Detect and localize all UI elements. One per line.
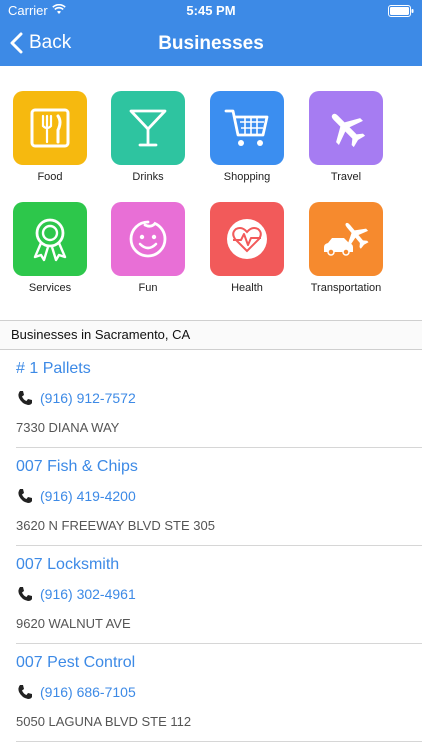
category-label: Fun — [138, 282, 158, 294]
services-tile — [13, 202, 87, 276]
phone-link[interactable]: (916) 686-7105 — [40, 684, 136, 700]
list-item[interactable]: 007 Pest Control (916) 686-7105 5050 LAG… — [0, 644, 422, 742]
category-label: Food — [37, 171, 63, 183]
category-travel[interactable]: Travel — [296, 91, 396, 201]
category-label: Travel — [330, 171, 362, 183]
category-transportation[interactable]: Transportation — [296, 202, 396, 312]
fun-tile — [111, 202, 185, 276]
phone-row[interactable]: (916) 302-4961 — [16, 584, 136, 604]
category-label: Transportation — [310, 282, 382, 294]
list-item[interactable]: 007 Fish & Chips (916) 419-4200 3620 N F… — [0, 448, 422, 546]
business-name[interactable]: 007 Fish & Chips — [16, 458, 138, 476]
category-food[interactable]: Food — [0, 91, 100, 201]
business-address: 7330 DIANA WAY — [16, 420, 120, 435]
fork-knife-icon — [30, 108, 70, 148]
section-header: Businesses in Sacramento, CA — [0, 320, 422, 350]
category-drinks[interactable]: Drinks — [98, 91, 198, 201]
category-label: Health — [231, 282, 263, 294]
business-name[interactable]: # 1 Pallets — [16, 360, 91, 378]
list-item[interactable]: # 1 Pallets (916) 912-7572 7330 DIANA WA… — [0, 350, 422, 448]
business-address: 9620 WALNUT AVE — [16, 616, 131, 631]
phone-row[interactable]: (916) 419-4200 — [16, 486, 136, 506]
travel-tile — [309, 91, 383, 165]
health-tile — [210, 202, 284, 276]
phone-link[interactable]: (916) 419-4200 — [40, 488, 136, 504]
business-address: 3620 N FREEWAY BLVD STE 305 — [16, 518, 215, 533]
category-label: Services — [28, 282, 72, 294]
phone-icon — [18, 685, 32, 699]
page-title: Businesses — [158, 33, 264, 54]
heart-monitor-icon — [227, 219, 267, 259]
nav-bar: Carrier 5:45 PM Back Businesses — [0, 0, 422, 66]
divider — [16, 741, 422, 742]
battery-icon — [388, 5, 414, 17]
category-grid: Food Drinks Shopping Travel Services Fun… — [0, 66, 422, 320]
business-address: 5050 LAGUNA BLVD STE 112 — [16, 714, 192, 729]
car-plane-icon — [324, 222, 369, 256]
food-tile — [13, 91, 87, 165]
phone-row[interactable]: (916) 912-7572 — [16, 388, 136, 408]
phone-icon — [18, 587, 32, 601]
category-health[interactable]: Health — [197, 202, 297, 312]
category-label: Drinks — [132, 171, 164, 183]
phone-link[interactable]: (916) 302-4961 — [40, 586, 136, 602]
airplane-icon — [331, 113, 366, 148]
business-name[interactable]: 007 Locksmith — [16, 556, 119, 574]
drinks-tile — [111, 91, 185, 165]
business-list: # 1 Pallets (916) 912-7572 7330 DIANA WA… — [0, 350, 422, 742]
category-shopping[interactable]: Shopping — [197, 91, 297, 201]
transportation-tile — [309, 202, 383, 276]
list-item[interactable]: 007 Locksmith (916) 302-4961 9620 WALNUT… — [0, 546, 422, 644]
ribbon-badge-icon — [33, 218, 67, 262]
business-name[interactable]: 007 Pest Control — [16, 654, 135, 672]
martini-glass-icon — [129, 109, 167, 147]
phone-row[interactable]: (916) 686-7105 — [16, 682, 136, 702]
phone-link[interactable]: (916) 912-7572 — [40, 390, 136, 406]
phone-icon — [18, 489, 32, 503]
category-services[interactable]: Services — [0, 202, 100, 312]
status-bar: Carrier 5:45 PM — [0, 0, 422, 22]
category-fun[interactable]: Fun — [98, 202, 198, 312]
smiley-face-icon — [129, 220, 167, 258]
category-label: Shopping — [223, 171, 271, 183]
phone-icon — [18, 391, 32, 405]
shopping-cart-icon — [224, 109, 269, 146]
clock: 5:45 PM — [186, 3, 236, 18]
shopping-tile — [210, 91, 284, 165]
